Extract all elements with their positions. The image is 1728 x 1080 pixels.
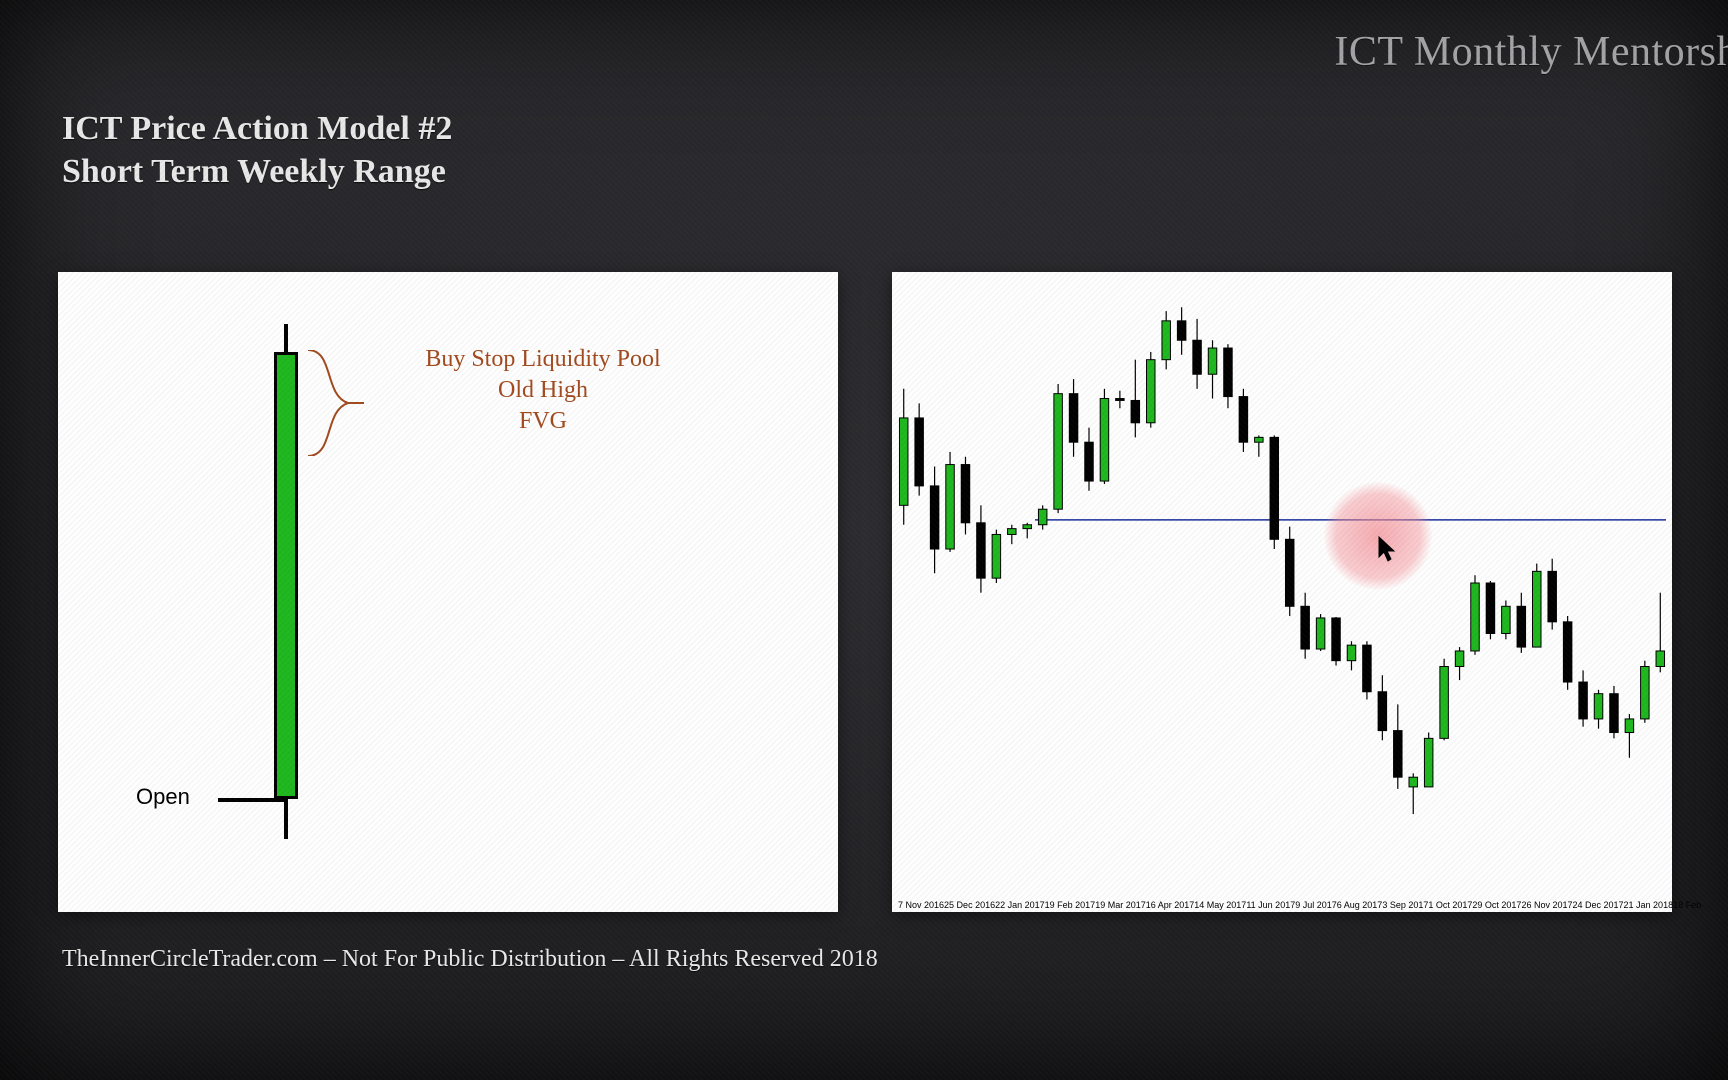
annotation-line-1: Buy Stop Liquidity Pool — [378, 344, 708, 375]
x-tick-label: 16 Apr 2017 — [1146, 900, 1195, 910]
x-tick-label: 19 Feb 2017 — [1045, 900, 1096, 910]
candle-wick-bottom — [284, 799, 288, 839]
x-tick-label: 18 Feb — [1673, 900, 1701, 910]
x-tick-label: 3 Sep 2017 — [1382, 900, 1428, 910]
annotation-line-3: FVG — [378, 406, 708, 437]
annotation-line-2: Old High — [378, 375, 708, 406]
candle-body — [274, 352, 298, 799]
left-diagram-panel: Open Buy Stop Liquidity Pool Old High FV… — [58, 272, 838, 912]
x-tick-label: 25 Dec 2016 — [944, 900, 995, 910]
curly-brace-icon — [304, 350, 364, 456]
x-tick-label: 6 Aug 2017 — [1337, 900, 1383, 910]
x-tick-label: 11 Jun 2017 — [1246, 900, 1295, 910]
slide-stage: ICT Monthly Mentorsh ICT Price Action Mo… — [0, 0, 1728, 1080]
x-tick-label: 26 Nov 2017 — [1521, 900, 1572, 910]
title-line-2: Short Term Weekly Range — [62, 151, 452, 194]
x-tick-label: 22 Jan 2017 — [995, 900, 1045, 910]
x-axis-ticks: 7 Nov 201625 Dec 201622 Jan 201719 Feb 2… — [892, 900, 1672, 910]
candle-wick-top — [284, 324, 288, 352]
candlestick-chart — [892, 272, 1672, 912]
x-tick-label: 21 Jan 2018 — [1624, 900, 1674, 910]
x-tick-label: 29 Oct 2017 — [1472, 900, 1521, 910]
x-tick-label: 7 Nov 2016 — [898, 900, 944, 910]
x-tick-label: 9 Jul 2017 — [1295, 900, 1337, 910]
right-chart-panel: 7 Nov 201625 Dec 201622 Jan 201719 Feb 2… — [892, 272, 1672, 912]
annotation-block: Buy Stop Liquidity Pool Old High FVG — [378, 344, 708, 438]
title-block: ICT Price Action Model #2 Short Term Wee… — [62, 108, 452, 193]
footer-text: TheInnerCircleTrader.com – Not For Publi… — [62, 946, 878, 973]
x-tick-label: 14 May 2017 — [1194, 900, 1246, 910]
x-tick-label: 24 Dec 2017 — [1572, 900, 1623, 910]
x-tick-label: 1 Oct 2017 — [1428, 900, 1472, 910]
open-label: Open — [136, 784, 190, 810]
open-pointer-line — [218, 798, 288, 802]
watermark-text: ICT Monthly Mentorsh — [1334, 28, 1728, 76]
x-tick-label: 19 Mar 2017 — [1095, 900, 1146, 910]
title-line-1: ICT Price Action Model #2 — [62, 108, 452, 151]
